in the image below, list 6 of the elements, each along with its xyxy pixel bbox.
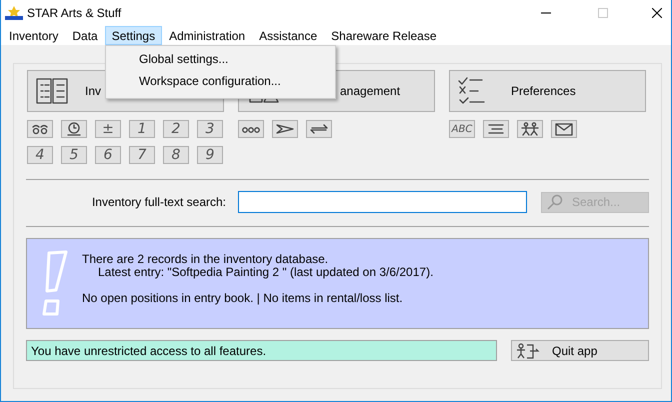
access-status: You have unrestricted access to all features. xyxy=(26,340,497,361)
window-title: STAR Arts & Stuff xyxy=(27,6,122,20)
search-label: Inventory full-text search: xyxy=(90,195,226,209)
info-text: No open positions in entry book. | No items in rental/loss list. xyxy=(82,292,404,305)
info-text: Latest entry: "Softpedia Painting 2 " (last updated on 3/6/2017). xyxy=(97,266,434,279)
info-text: There are 2 records in the inventory database. xyxy=(82,253,330,266)
